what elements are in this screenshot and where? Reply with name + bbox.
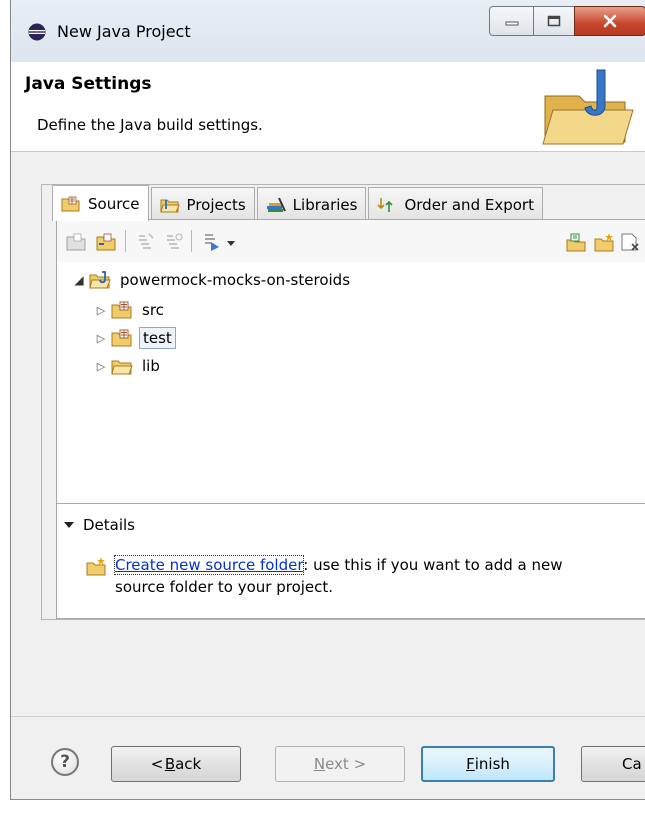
chevron-down-icon [64, 522, 74, 528]
source-tab-content: ◢ powermock-mocks-on-steroids ▷ src ▷ te… [56, 219, 645, 619]
build-settings-panel: Source Projects Libraries Order and Expo… [41, 184, 645, 620]
source-toolbar [57, 220, 645, 262]
details-text-line2: source folder to your project. [115, 578, 334, 596]
expanded-arrow-icon[interactable]: ◢ [71, 273, 87, 287]
toolbar-separator [125, 230, 126, 252]
wizard-header: Java Settings Define the Java build sett… [11, 62, 645, 152]
tab-source[interactable]: Source [52, 185, 149, 221]
details-toggle[interactable]: Details [63, 516, 135, 534]
page-description: Define the Java build settings. [37, 116, 263, 134]
add-folder-icon[interactable] [593, 232, 615, 252]
create-new-source-folder-link[interactable]: Create new source folder [113, 555, 305, 575]
button-bar-separator [11, 716, 645, 717]
minimize-icon [505, 21, 518, 26]
tree-item-label: test [139, 327, 176, 349]
folder-icon [111, 360, 133, 375]
details-text: : use this if you want to add a new [303, 556, 563, 574]
source-folder-icon [111, 329, 132, 347]
tab-libraries[interactable]: Libraries [256, 187, 367, 221]
tab-order-and-export[interactable]: Order and Export [368, 187, 543, 221]
new-folder-icon [86, 557, 106, 576]
back-button[interactable]: < Back [111, 746, 241, 782]
tree-item-src[interactable]: ▷ src [93, 298, 167, 322]
configure-icon[interactable] [201, 232, 223, 252]
back-label-mnemonic: B [164, 755, 176, 773]
title-bar: New Java Project [11, 0, 645, 62]
source-folder-icon [61, 196, 80, 211]
tab-order-and-export-label: Order and Export [404, 195, 534, 214]
link-source-icon[interactable] [95, 232, 117, 252]
source-folder-icon [111, 301, 132, 319]
libraries-icon [266, 197, 286, 212]
finish-button[interactable]: Finish [421, 746, 555, 782]
close-icon [603, 14, 617, 28]
tab-source-label: Source [88, 194, 140, 213]
next-label-mnemonic: N [313, 755, 326, 773]
collapsed-arrow-icon[interactable]: ▷ [93, 332, 109, 345]
chevron-down-icon[interactable] [225, 232, 237, 252]
help-button[interactable]: ? [51, 748, 79, 776]
java-folder-banner-icon [542, 69, 634, 145]
project-name: powermock-mocks-on-steroids [120, 271, 351, 289]
details-body: Create new source folder: use this if yo… [85, 554, 645, 598]
order-export-icon [377, 197, 394, 212]
remove-icon[interactable] [619, 232, 641, 252]
help-icon: ? [60, 752, 70, 772]
collapsed-arrow-icon[interactable]: ▷ [93, 304, 109, 317]
tab-libraries-label: Libraries [292, 195, 358, 214]
tree-item-test[interactable]: ▷ test [93, 326, 176, 350]
tab-bar: Source Projects Libraries Order and Expo… [52, 185, 545, 221]
toolbar-separator [191, 230, 192, 252]
new-source-folder-icon[interactable] [565, 232, 587, 252]
eclipse-icon [28, 23, 46, 41]
next-button[interactable]: Next > [275, 746, 405, 782]
maximize-icon [547, 15, 561, 27]
close-button[interactable] [574, 6, 645, 36]
cancel-label: Ca [622, 755, 642, 773]
exclude-disabled-icon [167, 233, 183, 249]
collapsed-arrow-icon[interactable]: ▷ [93, 360, 109, 373]
next-label-rest: ext > [325, 755, 367, 773]
new-java-project-window: New Java Project Java Settings Define th… [10, 0, 645, 800]
add-folder-disabled-icon [66, 233, 86, 251]
tree-item-label: src [142, 301, 164, 319]
tree-item-label: lib [142, 357, 160, 375]
java-project-icon [89, 271, 111, 289]
finish-label-mnemonic: F [466, 755, 475, 773]
page-title: Java Settings [25, 74, 152, 94]
cancel-button[interactable]: Ca [581, 746, 645, 782]
source-tree: ◢ powermock-mocks-on-steroids ▷ src ▷ te… [57, 262, 645, 504]
tab-projects[interactable]: Projects [150, 187, 255, 221]
minimize-button[interactable] [489, 6, 534, 36]
tab-projects-label: Projects [186, 195, 246, 214]
include-disabled-icon [139, 233, 154, 249]
tree-item-project[interactable]: ◢ powermock-mocks-on-steroids [71, 268, 353, 292]
projects-folder-icon [159, 199, 180, 212]
tree-item-lib[interactable]: ▷ lib [93, 354, 163, 378]
finish-label-rest: inish [474, 755, 510, 773]
back-label-prefix: < [150, 755, 164, 773]
back-label-rest: ack [175, 755, 202, 773]
window-title: New Java Project [57, 22, 191, 41]
maximize-button[interactable] [533, 6, 575, 36]
details-heading: Details [83, 516, 136, 534]
